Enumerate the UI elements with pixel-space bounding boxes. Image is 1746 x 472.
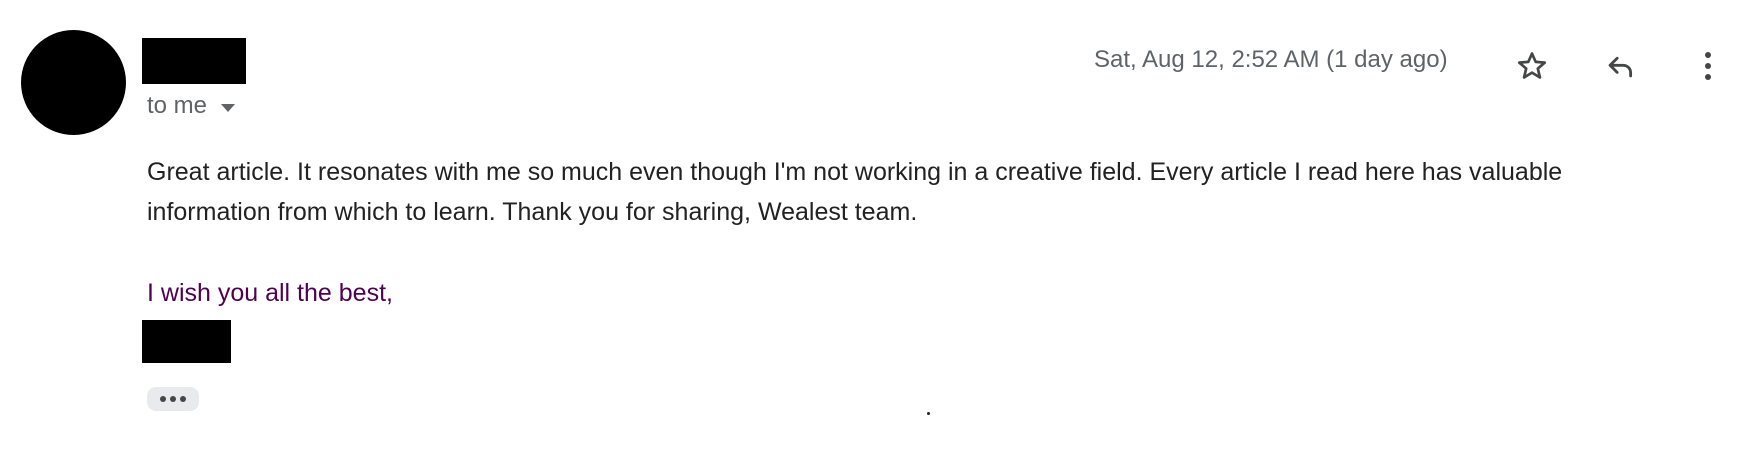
more-options-button[interactable] [1688,44,1728,88]
stray-dot [927,412,930,415]
sender-name-redacted [142,38,246,84]
more-vertical-icon [1705,52,1711,80]
message-body: Great article. It resonates with me so m… [147,158,1563,226]
signature-redacted [142,320,231,363]
ellipsis-dot [170,396,176,402]
chevron-down-icon [221,103,236,112]
ellipsis-dot [180,396,186,402]
reply-icon [1608,56,1633,78]
sender-avatar[interactable] [21,30,126,135]
star-button[interactable] [1510,44,1554,88]
message-signoff: I wish you all the best, [147,279,393,307]
ellipsis-dot [160,396,166,402]
recipient-label: to me [147,92,208,119]
star-icon [1517,52,1547,79]
reply-button[interactable] [1598,44,1642,88]
message-date: Sat, Aug 12, 2:52 AM (1 day ago) [1094,46,1448,73]
show-trimmed-content-button[interactable] [147,387,199,411]
recipient-details-toggle[interactable]: to me [147,92,236,120]
